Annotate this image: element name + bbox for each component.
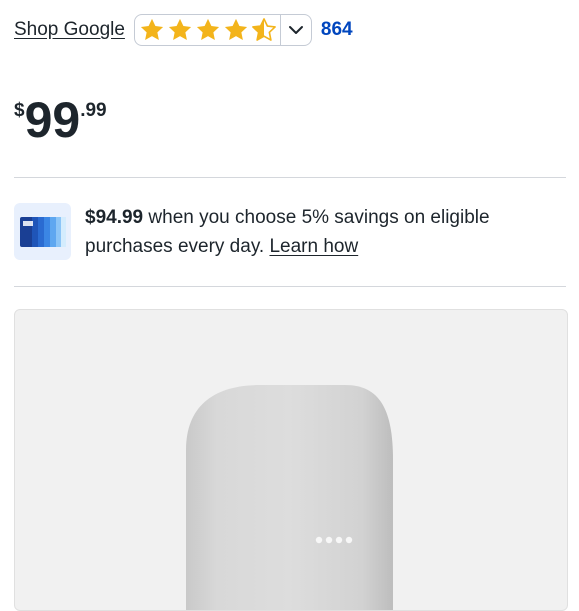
half-star-icon <box>252 18 276 41</box>
product-image[interactable] <box>14 309 568 611</box>
brand-rating-row: Shop Google 864 <box>14 12 353 48</box>
card-image <box>19 216 66 247</box>
shop-brand-link[interactable]: Shop Google <box>14 19 125 41</box>
star-icon <box>196 18 220 41</box>
offer-price: $94.99 <box>85 207 144 228</box>
rating-dropdown[interactable] <box>133 14 312 46</box>
star-rating <box>138 16 278 44</box>
savings-offer: $94.99 when you choose 5% savings on eli… <box>85 203 555 261</box>
learn-how-link[interactable]: Learn how <box>269 236 358 257</box>
review-count-link[interactable]: 864 <box>321 19 353 41</box>
product-price: $ 99 .99 <box>14 92 107 148</box>
price-currency: $ <box>14 100 25 121</box>
credit-card-icon <box>14 203 71 260</box>
price-whole: 99 <box>24 92 81 148</box>
divider <box>14 286 566 287</box>
divider <box>14 177 566 178</box>
chevron-down-icon <box>288 26 303 34</box>
rating-chevron[interactable] <box>279 15 311 45</box>
price-cents: .99 <box>80 100 107 121</box>
star-icon <box>224 18 248 41</box>
star-icon <box>168 18 192 41</box>
star-icon <box>140 18 164 41</box>
smart-speaker-image <box>186 385 393 610</box>
